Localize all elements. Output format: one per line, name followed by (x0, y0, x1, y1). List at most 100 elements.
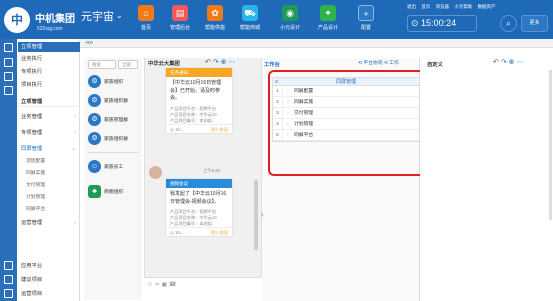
ops-icon[interactable] (4, 289, 13, 298)
tab-toggle[interactable]: ⊲⊳ (85, 40, 93, 46)
card-footer: ◎ 10-... 进入会议 (166, 123, 232, 134)
reply-icon[interactable]: ↶ (205, 59, 211, 66)
contact-name: 商圈组织 (104, 190, 124, 195)
join-meeting-link[interactable]: 进入会议 (211, 228, 228, 237)
sidebar-item-special[interactable]: 专项执行 (18, 67, 80, 77)
list-icon[interactable] (4, 58, 13, 67)
folder-icon[interactable] (4, 43, 13, 52)
home-link[interactable]: 首页 (421, 4, 430, 9)
contact-item[interactable]: ⚙ 家族组织 (88, 75, 138, 89)
sidebar-item-exec[interactable]: 项目执行 (18, 80, 80, 90)
contact-item[interactable]: ♣ 商圈组织 (88, 185, 138, 199)
suggest-icon[interactable] (4, 275, 13, 284)
product-icon: ✦ (320, 5, 336, 21)
forward-icon[interactable]: ↷ (213, 59, 219, 66)
sidebar-sub-plan[interactable]: 计划管理 (18, 193, 80, 203)
logout-link[interactable]: 退出 (407, 4, 416, 9)
chevron-right-icon: › (74, 114, 76, 120)
sidebar-sub-platform[interactable]: 同屏平台 (18, 205, 80, 215)
app-icon[interactable] (4, 261, 13, 270)
admin-icon: ▤ (172, 5, 188, 21)
divider (88, 152, 138, 153)
user-icon: ☺ (88, 160, 101, 173)
sidebar-item-label: 专项管理 (21, 130, 43, 136)
contact-name: 家族组织群 (104, 99, 128, 104)
search-icon[interactable]: ⌕ (500, 15, 517, 32)
nav-config[interactable]: + 配置 (352, 5, 380, 31)
workbench-toolbar[interactable]: ⟲ 平台协同 ⟲ 工作 (358, 59, 399, 66)
more-icon[interactable]: ⋯ (516, 59, 523, 66)
chat-input-bar[interactable]: ☺ ✂ ▣ ☎ (144, 277, 262, 301)
custom-scrollbar[interactable] (549, 70, 552, 220)
search-input[interactable]: 搜索 (88, 60, 116, 69)
clock-time: 15:00:24 (421, 18, 457, 28)
card-date: ◎ 10-... (170, 230, 185, 235)
message-time: 上午9:26 (203, 168, 220, 173)
nav-product[interactable]: ✦ 产品设计 (314, 5, 342, 31)
filter-select[interactable]: 全部 (118, 60, 138, 69)
sidebar-bottom-suggest[interactable]: 建议项目 (18, 275, 80, 285)
card-body: 我发起了【中华云10月16日管理会-视频会议】。 (170, 191, 227, 205)
sidebar-bottom-app[interactable]: 应用平台 (18, 261, 80, 271)
more-icon[interactable]: ⋯ (228, 59, 235, 66)
pin-icon[interactable]: ⊕ (509, 59, 515, 66)
sidebar-item-label: 运营管理 (21, 220, 43, 226)
assets-link[interactable]: 数据资产 (478, 4, 496, 9)
contact-item[interactable]: ⚙ 家族组织群 (88, 94, 138, 108)
company-logo[interactable]: 中 (4, 7, 30, 33)
contact-item[interactable]: ⚙ 家族组织群 (88, 132, 138, 146)
contact-item[interactable]: ⚙ 家族管理群 (88, 113, 138, 127)
contact-name: 家族管理群 (104, 118, 128, 123)
contact-name: 家族组织 (104, 80, 124, 85)
home-icon: ⌂ (138, 5, 154, 21)
sidebar-item-label: 业务管理 (21, 114, 43, 120)
sidebar-item-biz-manage[interactable]: 业务管理 › (18, 112, 80, 122)
sidebar-item-label: 同屏管理 (21, 146, 43, 152)
video-card[interactable]: 视频会议 我发起了【中华云10月16日管理会-视频会议】。 产品项目平台：招牌平… (165, 178, 233, 237)
grid-icon[interactable] (4, 72, 13, 81)
sidebar-item-ops[interactable]: 运营管理 › (18, 218, 80, 228)
contact-name: 家族组织群 (104, 137, 128, 142)
nav-home[interactable]: ⌂ 首页 (132, 5, 160, 31)
card-date: ◎ 10-... (170, 126, 185, 132)
top-bar: 中 中机集团 元宇宙 520sqj.com ⌄ ⌂ 首页 ▤ 管理后台 ✿ 帮能… (0, 0, 553, 39)
sidebar-sub-pay[interactable]: 文付管理 (18, 181, 80, 191)
reply-icon[interactable]: ↶ (493, 59, 499, 66)
nav-admin[interactable]: ▤ 管理后台 (166, 5, 194, 31)
collapse-icon[interactable]: › (261, 210, 264, 219)
sidebar-item-special-manage[interactable]: 专项管理 › (18, 128, 80, 138)
chevron-down-icon[interactable]: ⌄ (116, 11, 123, 20)
sidebar-item-screen[interactable]: 同屏管理 ⌄ (18, 144, 80, 154)
sidebar-item-business[interactable]: 业务执行 (18, 54, 80, 64)
avatar[interactable] (149, 166, 162, 179)
tab-bar: ⊲⊳ (80, 39, 553, 48)
nav-label: 帮能商城 (239, 25, 260, 31)
more-button[interactable]: 更多 (521, 15, 548, 32)
clock-icon: ⊙ (411, 18, 422, 28)
notice-card[interactable]: 任务通知 【中华云10月16日管理会】已开始。请及时参会。 产品项目平台：招牌平… (165, 67, 233, 134)
plus-icon: + (358, 5, 374, 21)
nav-label: 首页 (140, 25, 151, 31)
nav-service[interactable]: ✿ 帮能供能 (201, 5, 229, 31)
help-link[interactable]: 小元帮助 (454, 4, 472, 9)
sidebar-bottom-ops[interactable]: 运营项目 (18, 289, 80, 299)
chat-scrollbar[interactable] (254, 180, 258, 250)
browser-link[interactable]: 浏览器 (436, 4, 450, 9)
contact-item[interactable]: ☺ 家族员工 (88, 160, 138, 174)
forward-icon[interactable]: ↷ (501, 59, 507, 66)
sidebar-sub-impl[interactable]: 同屏实施 (18, 169, 80, 179)
nav-label: 小元设计 (279, 25, 300, 31)
nav-shop[interactable]: ⛟ 帮能商城 (236, 5, 264, 31)
sidebar-item-project[interactable]: 立项管理 (18, 42, 80, 52)
product-name: 元宇宙 (81, 11, 114, 23)
sidebar-sub-flow[interactable]: 流程配置 (18, 157, 80, 167)
group-icon: ⚙ (88, 113, 101, 126)
custom-panel (420, 58, 553, 301)
nav-label: 配置 (360, 25, 371, 31)
doc-icon[interactable] (4, 86, 13, 95)
join-meeting-link[interactable]: 进入会议 (211, 125, 228, 134)
custom-title: 自定义 (427, 62, 443, 68)
domain-label: 520sqj.com (37, 26, 63, 32)
pin-icon[interactable]: ⊕ (221, 59, 227, 66)
nav-design[interactable]: ◉ 小元设计 (276, 5, 304, 31)
